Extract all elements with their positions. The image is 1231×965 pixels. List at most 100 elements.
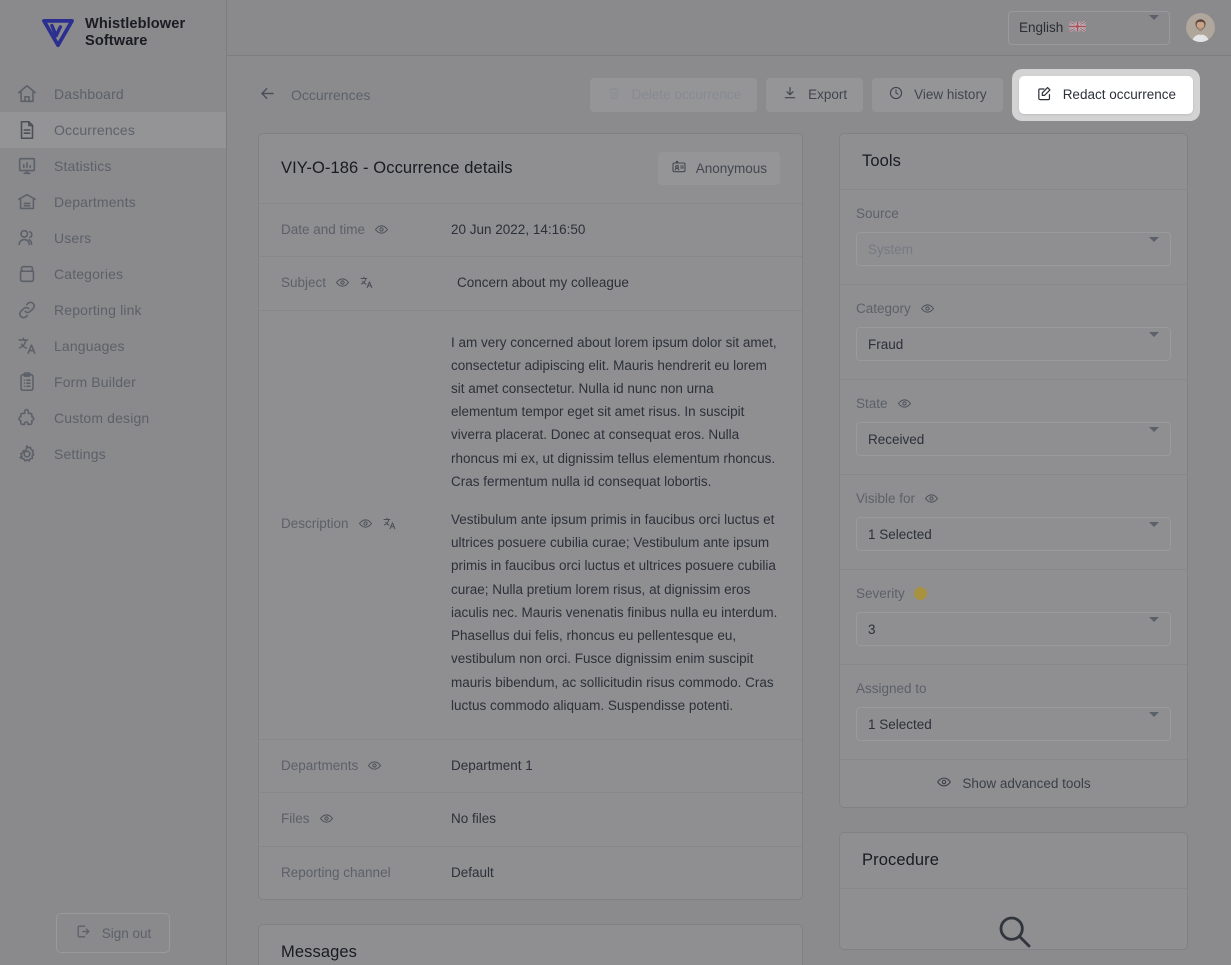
detail-label: Subject <box>281 273 451 290</box>
tools-card-header: Tools <box>840 134 1187 190</box>
app-root: Whistleblower Software Dashboard Occurre… <box>0 0 1231 965</box>
tools-card: Tools Source System Category Fraud State… <box>839 133 1188 808</box>
detail-value: No files <box>451 811 497 827</box>
brand-text: Whistleblower Software <box>85 16 185 50</box>
sidebar-item-languages[interactable]: Languages <box>0 328 226 364</box>
procedure-card: Procedure <box>839 832 1188 950</box>
eye-icon[interactable] <box>920 301 935 316</box>
chevron-down-icon <box>1149 15 1159 35</box>
chevron-down-icon <box>1149 426 1159 447</box>
sidebar-item-label: Statistics <box>54 157 112 174</box>
translate-icon[interactable] <box>359 275 374 290</box>
translate-icon[interactable] <box>382 516 397 531</box>
topbar: English <box>227 0 1231 56</box>
redact-occurrence-button[interactable]: Redact occurrence <box>1018 75 1193 114</box>
detail-label-text: Files <box>281 811 310 827</box>
clipboard-icon <box>16 371 38 393</box>
category-select[interactable]: Fraud <box>856 327 1171 361</box>
sidebar-item-statistics[interactable]: Statistics <box>0 148 226 184</box>
detail-label-text: Subject <box>281 275 327 291</box>
view-history-label: View history <box>914 87 987 102</box>
detail-row-departments: Departments Department 1 <box>259 740 802 794</box>
description-text: I am very concerned about lorem ipsum do… <box>451 331 780 718</box>
sidebar-item-custom-design[interactable]: Custom design <box>0 400 226 436</box>
sidebar-item-occurrences[interactable]: Occurrences <box>0 111 226 148</box>
delete-occurrence-button[interactable]: Delete occurrence <box>589 77 758 112</box>
brand-line-1: Whistleblower <box>85 16 186 32</box>
sign-out-button[interactable]: Sign out <box>55 913 171 953</box>
sidebar-item-label: Occurrences <box>54 121 136 138</box>
link-icon <box>16 299 38 321</box>
clock-icon <box>888 85 904 104</box>
eye-icon[interactable] <box>358 516 373 531</box>
redact-occurrence-label: Redact occurrence <box>1062 87 1176 102</box>
category-select-value: Fraud <box>868 336 904 352</box>
details-card-header: VIY-O-186 - Occurrence details Anonymous <box>259 134 802 204</box>
delete-occurrence-label: Delete occurrence <box>631 87 742 102</box>
sidebar: Whistleblower Software Dashboard Occurre… <box>0 0 227 965</box>
sidebar-item-label: Reporting link <box>54 301 142 318</box>
sidebar-item-label: Departments <box>54 193 136 210</box>
view-history-button[interactable]: View history <box>872 77 1003 112</box>
detail-row-reporting-channel: Reporting channel Default <box>259 847 802 899</box>
severity-select-value: 3 <box>868 621 876 637</box>
sidebar-item-reporting-link[interactable]: Reporting link <box>0 292 226 328</box>
brand-logo: Whistleblower Software <box>0 0 226 70</box>
chevron-down-icon <box>1149 711 1159 732</box>
tool-label-text: State <box>856 396 888 411</box>
sidebar-item-label: Languages <box>54 337 125 354</box>
search-icon <box>994 911 1034 950</box>
back-to-occurrences-link[interactable]: Occurrences <box>258 84 370 106</box>
trash-icon <box>606 85 622 104</box>
severity-select[interactable]: 3 <box>856 612 1171 646</box>
translate-icon <box>16 335 38 357</box>
detail-label: Files <box>281 809 451 826</box>
detail-label-text: Reporting channel <box>281 864 391 880</box>
state-select[interactable]: Received <box>856 422 1171 456</box>
sidebar-item-label: Form Builder <box>54 373 136 390</box>
brand-line-2: Software <box>85 32 148 49</box>
document-icon <box>16 119 38 141</box>
box-icon <box>16 263 38 285</box>
sidebar-item-label: Dashboard <box>54 85 124 102</box>
chart-icon <box>16 155 38 177</box>
back-link-label: Occurrences <box>291 86 371 103</box>
tool-label-text: Source <box>856 206 899 221</box>
export-button[interactable]: Export <box>766 77 864 112</box>
eye-icon[interactable] <box>367 758 382 773</box>
assigned-to-select[interactable]: 1 Selected <box>856 707 1171 741</box>
assigned-to-select-value: 1 Selected <box>868 716 932 732</box>
sidebar-item-categories[interactable]: Categories <box>0 256 226 292</box>
detail-label-text: Date and time <box>281 222 366 237</box>
visible-for-select[interactable]: 1 Selected <box>856 517 1171 551</box>
tool-label-text: Severity <box>856 586 905 601</box>
detail-label-text: Description <box>281 516 349 532</box>
show-advanced-tools-button[interactable]: Show advanced tools <box>840 760 1187 807</box>
tool-label-text: Visible for <box>856 491 916 506</box>
avatar[interactable] <box>1186 13 1215 42</box>
source-select[interactable]: System <box>856 232 1171 266</box>
sidebar-item-settings[interactable]: Settings <box>0 436 226 472</box>
users-icon <box>16 227 38 249</box>
sidebar-item-dashboard[interactable]: Dashboard <box>0 76 226 112</box>
redact-occurrence-highlight: Redact occurrence <box>1011 68 1200 121</box>
tool-field-assigned-to: Assigned to 1 Selected <box>840 665 1187 760</box>
language-selector[interactable]: English <box>1008 10 1170 45</box>
eye-icon[interactable] <box>319 811 334 826</box>
eye-icon[interactable] <box>374 222 389 237</box>
eye-icon[interactable] <box>897 396 912 411</box>
puzzle-icon <box>16 407 38 429</box>
detail-value: 20 Jun 2022, 14:16:50 <box>451 222 586 237</box>
sidebar-item-form-builder[interactable]: Form Builder <box>0 364 226 400</box>
chevron-down-icon <box>1149 521 1159 542</box>
eye-icon[interactable] <box>335 275 350 290</box>
sidebar-item-departments[interactable]: Departments <box>0 184 226 220</box>
tool-field-state: State Received <box>840 380 1187 475</box>
detail-value: Department 1 <box>451 758 533 773</box>
eye-icon[interactable] <box>924 491 939 506</box>
anonymous-badge: Anonymous <box>657 152 780 185</box>
tool-label-text: Category <box>856 301 911 316</box>
chevron-down-icon <box>1149 236 1159 257</box>
sidebar-item-users[interactable]: Users <box>0 220 226 256</box>
eye-icon <box>936 774 952 793</box>
